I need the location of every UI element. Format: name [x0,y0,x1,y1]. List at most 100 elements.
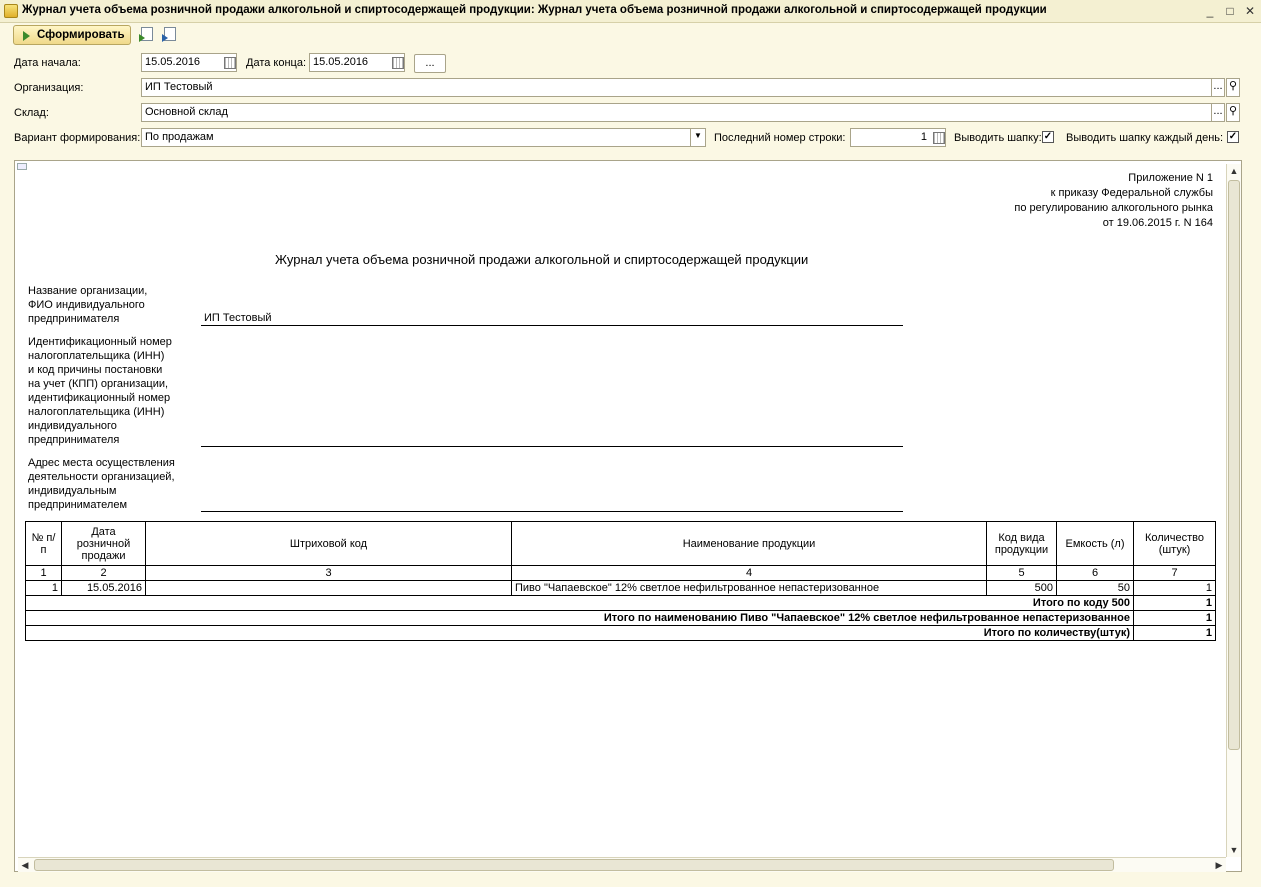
horizontal-scroll-thumb[interactable] [34,859,1114,871]
close-button[interactable]: ✕ [1242,3,1258,19]
calculator-icon[interactable] [931,129,946,146]
warehouse-label: Склад: [14,107,49,119]
appendix-line: Приложение N 1 [1128,172,1213,184]
column-number-row: 1 2 3 4 5 6 7 [25,565,1216,581]
minimize-button[interactable]: _ [1202,3,1218,19]
column-number: 2 [61,565,146,581]
search-icon[interactable]: ⚲ [1226,103,1240,122]
column-number: 4 [511,565,987,581]
address-label-line: деятельности организацией, [28,471,175,483]
org-name-underline [201,325,903,326]
sales-journal-table: № п/п Дата розничной продажи Штриховой к… [25,521,1216,641]
appendix-line: по регулированию алкогольного рынка [1014,202,1213,214]
total-value: 1 [1133,625,1216,641]
address-label: Адрес места осуществления деятельности о… [28,456,175,512]
maximize-button[interactable]: □ [1222,3,1238,19]
total-label: Итого по коду 500 [25,595,1134,611]
window-title: Журнал учета объема розничной продажи ал… [22,4,1047,16]
cell-barcode[interactable] [145,580,512,596]
total-row: Итого по количеству(штук) 1 [25,625,1216,641]
address-label-line: индивидуальным [28,485,117,497]
cell-num[interactable]: 1 [25,580,62,596]
report-title: Журнал учета объема розничной продажи ал… [275,252,809,267]
inn-label: Идентификационный номер налогоплательщик… [28,335,172,447]
inn-label-line: налогоплательщика (ИНН) [28,350,165,362]
organization-label: Организация: [14,82,84,94]
column-header: Дата розничной продажи [61,521,146,566]
warehouse-field[interactable]: Основной склад [141,103,1212,122]
chevron-down-icon[interactable]: ▼ [690,128,706,147]
calendar-icon[interactable] [390,54,405,71]
appendix-block: Приложение N 1 к приказу Федеральной слу… [1014,171,1213,231]
column-number: 6 [1056,565,1134,581]
cell-product-name[interactable]: Пиво "Чапаевское" 12% светлое нефильтров… [511,580,987,596]
date-end-label: Дата конца: [246,57,307,69]
total-label: Итого по наименованию Пиво "Чапаевское" … [25,610,1134,626]
date-start-label: Дата начала: [14,57,81,69]
column-header: Количество (штук) [1133,521,1216,566]
inn-label-line: предпринимателя [28,434,120,446]
org-name-label: Название организации, ФИО индивидуальног… [28,284,147,326]
table-header-row: № п/п Дата розничной продажи Штриховой к… [25,521,1216,566]
calendar-icon[interactable] [222,54,237,71]
org-name-label-line: предпринимателя [28,313,120,325]
appendix-line: от 19.06.2015 г. N 164 [1102,217,1213,229]
scroll-left-icon[interactable]: ◀ [18,858,32,872]
org-name-label-line: ФИО индивидуального [28,299,145,311]
column-header: Наименование продукции [511,521,987,566]
scroll-down-icon[interactable]: ▼ [1227,843,1241,857]
org-name-label-line: Название организации, [28,285,148,297]
export-icon[interactable] [139,27,154,42]
last-row-label: Последний номер строки: [714,132,846,144]
address-label-line: Адрес места осуществления [28,457,175,469]
inn-underline [201,446,903,447]
play-icon [23,31,30,41]
inn-label-line: индивидуального [28,420,117,432]
cell-quantity[interactable]: 1 [1133,580,1216,596]
column-header: Штриховой код [145,521,512,566]
total-row: Итого по коду 500 1 [25,595,1216,611]
import-icon[interactable] [162,27,177,42]
organization-select-button[interactable]: ... [1211,78,1225,97]
inn-label-line: идентификационный номер [28,392,171,404]
table-row[interactable]: 1 15.05.2016 Пиво "Чапаевское" 12% светл… [25,580,1216,596]
total-value: 1 [1133,595,1216,611]
warehouse-select-button[interactable]: ... [1211,103,1225,122]
scroll-right-icon[interactable]: ▶ [1212,858,1226,872]
variant-label: Вариант формирования: [14,132,141,144]
period-select-button[interactable]: ... [414,54,446,73]
address-underline [201,511,903,512]
inn-label-line: Идентификационный номер [28,336,172,348]
organization-field[interactable]: ИП Тестовый [141,78,1212,97]
column-number: 7 [1133,565,1216,581]
column-number: 3 [145,565,512,581]
total-row: Итого по наименованию Пиво "Чапаевское" … [25,610,1216,626]
cell-code[interactable]: 500 [986,580,1057,596]
org-name-value: ИП Тестовый [204,312,272,324]
report-spreadsheet[interactable]: Приложение N 1 к приказу Федеральной слу… [14,160,1242,872]
cell-date[interactable]: 15.05.2016 [61,580,146,596]
column-number: 1 [25,565,62,581]
vertical-scrollbar[interactable]: ▲ ▼ [1226,164,1241,857]
variant-select[interactable]: По продажам [141,128,706,147]
inn-label-line: на учет (КПП) организации, [28,378,169,390]
address-label-line: предпринимателем [28,499,128,511]
show-header-daily-checkbox[interactable]: ✓ [1227,131,1239,143]
appendix-line: к приказу Федеральной службы [1050,187,1213,199]
show-header-checkbox[interactable]: ✓ [1042,131,1054,143]
cell-capacity[interactable]: 50 [1056,580,1134,596]
vertical-scroll-thumb[interactable] [1228,180,1240,750]
scroll-up-icon[interactable]: ▲ [1227,164,1241,178]
show-header-daily-label: Выводить шапку каждый день: [1066,132,1224,144]
horizontal-scrollbar[interactable]: ◀ ▶ [18,857,1226,872]
total-label: Итого по количеству(штук) [25,625,1134,641]
app-icon [4,4,18,18]
column-header: Код вида продукции [986,521,1057,566]
inn-label-line: налогоплательщика (ИНН) [28,406,165,418]
generate-button[interactable]: Сформировать [13,25,131,45]
column-number: 5 [986,565,1057,581]
show-header-label: Выводить шапку: [954,132,1042,144]
search-icon[interactable]: ⚲ [1226,78,1240,97]
sheet-corner-marker [17,163,27,170]
inn-label-line: и код причины постановки [28,364,163,376]
